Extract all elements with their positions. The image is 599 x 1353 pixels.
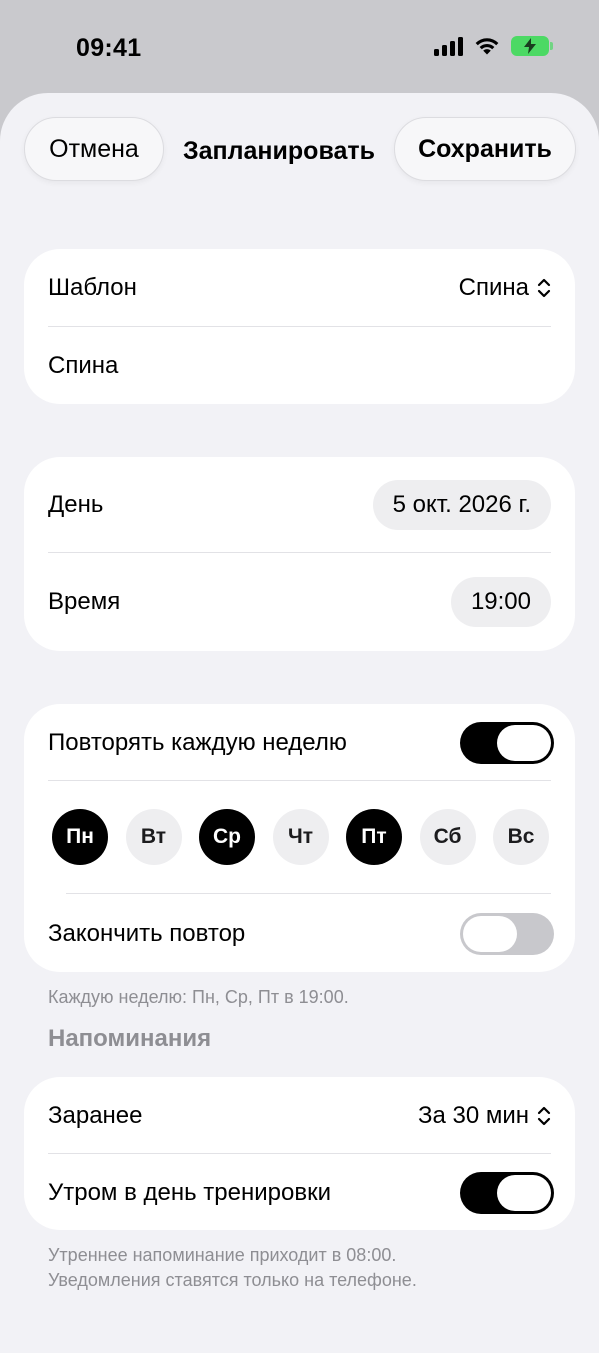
end-repeat-row: Закончить повтор — [48, 913, 554, 955]
status-bar: 09:41 — [0, 0, 599, 96]
advance-reminder-label: Заранее — [48, 1102, 143, 1129]
template-value: Спина — [458, 274, 529, 301]
repeat-weekly-label: Повторять каждую неделю — [48, 729, 347, 756]
toggle-knob — [497, 1175, 551, 1211]
status-time: 09:41 — [76, 34, 142, 62]
morning-reminder-label: Утром в день тренировки — [48, 1179, 331, 1206]
weekday-wed[interactable]: Ср — [199, 809, 255, 865]
divider — [48, 780, 551, 781]
weekday-sat[interactable]: Сб — [419, 809, 476, 865]
cancel-button[interactable]: Отмена — [24, 117, 164, 181]
advance-reminder-value: За 30 мин — [417, 1102, 529, 1129]
toggle-knob — [497, 725, 551, 761]
workout-name-row[interactable]: Спина — [48, 343, 551, 389]
weekday-mon[interactable]: Пн — [52, 809, 108, 865]
schedule-sheet: Отмена Запланировать Сохранить Шаблон Сп… — [0, 93, 599, 1353]
sheet-title: Запланировать — [182, 137, 376, 165]
cellular-signal-icon — [434, 36, 463, 56]
advance-reminder-picker[interactable]: За 30 мин — [418, 1102, 551, 1130]
day-label: День — [48, 491, 104, 518]
weekday-sun[interactable]: Вс — [493, 809, 549, 865]
divider — [66, 893, 551, 894]
template-card: Шаблон Спина Спина — [24, 249, 575, 404]
repeat-card: Повторять каждую неделю Пн Вт Ср Чт Пт С… — [24, 704, 575, 972]
day-row: День 5 окт. 2026 г. — [48, 480, 551, 530]
reminders-card: Заранее За 30 мин Утром в день тренировк… — [24, 1077, 575, 1230]
weekday-selector: Пн Вт Ср Чт Пт Сб Вс — [52, 809, 549, 865]
time-chip[interactable]: 19:00 — [450, 577, 551, 627]
time-row: Время 19:00 — [48, 577, 551, 627]
morning-reminder-toggle[interactable] — [460, 1172, 554, 1214]
end-repeat-label: Закончить повтор — [48, 920, 246, 947]
day-date-chip[interactable]: 5 окт. 2026 г. — [372, 480, 551, 530]
weekday-thu[interactable]: Чт — [272, 809, 329, 865]
battery-charging-icon — [511, 36, 553, 56]
reminders-section-header: Напоминания — [48, 1025, 212, 1052]
repeat-weekly-toggle[interactable] — [460, 722, 554, 764]
wifi-icon — [475, 38, 499, 55]
repeat-weekly-row: Повторять каждую неделю — [48, 722, 554, 764]
time-label: Время — [48, 588, 121, 615]
save-button[interactable]: Сохранить — [394, 117, 576, 181]
reminders-footnote: Утреннее напоминание приходит в 08:00. У… — [48, 1243, 417, 1293]
chevron-up-down-icon — [537, 1106, 551, 1126]
end-repeat-toggle[interactable] — [460, 913, 554, 955]
template-label: Шаблон — [48, 274, 137, 301]
toggle-knob — [463, 916, 517, 952]
reminders-footnote-line2: Уведомления ставятся только на телефоне. — [48, 1270, 417, 1290]
template-row[interactable]: Шаблон Спина — [48, 265, 551, 311]
divider — [48, 1153, 551, 1154]
weekday-tue[interactable]: Вт — [125, 809, 182, 865]
morning-reminder-row: Утром в день тренировки — [48, 1172, 554, 1214]
advance-reminder-row[interactable]: Заранее За 30 мин — [48, 1094, 551, 1138]
workout-name-value: Спина — [48, 352, 119, 379]
reminders-footnote-line1: Утреннее напоминание приходит в 08:00. — [48, 1245, 397, 1265]
chevron-up-down-icon — [537, 278, 551, 298]
date-time-card: День 5 окт. 2026 г. Время 19:00 — [24, 457, 575, 651]
status-icons — [434, 36, 553, 56]
divider — [48, 552, 551, 553]
template-picker[interactable]: Спина — [459, 274, 551, 302]
divider — [48, 326, 551, 327]
weekday-fri[interactable]: Пт — [346, 809, 402, 865]
repeat-summary-footnote: Каждую неделю: Пн, Ср, Пт в 19:00. — [48, 987, 349, 1007]
